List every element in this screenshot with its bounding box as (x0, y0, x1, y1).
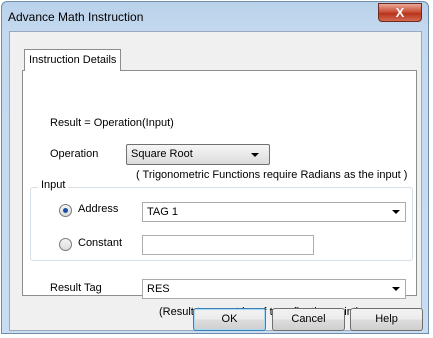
window-title: Advance Math Instruction (8, 10, 144, 24)
address-dropdown[interactable]: TAG 1 (142, 202, 406, 222)
cancel-button[interactable]: Cancel (272, 308, 345, 331)
constant-radio[interactable] (59, 238, 72, 251)
address-value: TAG 1 (147, 206, 178, 218)
dialog-client: Instruction Details Result = Operation(I… (9, 31, 423, 331)
tab-panel: Result = Operation(Input) Operation Squa… (22, 70, 417, 318)
result-tag-value: RES (147, 283, 170, 295)
address-label[interactable]: Address (78, 203, 118, 215)
title-bar[interactable]: Advance Math Instruction X (2, 2, 428, 32)
constant-label[interactable]: Constant (78, 237, 122, 249)
address-radio[interactable] (59, 204, 72, 217)
help-button[interactable]: Help (350, 308, 423, 331)
close-button[interactable]: X (378, 3, 422, 22)
result-tag-label: Result Tag (50, 282, 102, 294)
result-tag-dropdown[interactable]: RES (142, 279, 406, 299)
dialog-window: Advance Math Instruction X Instruction D… (1, 1, 429, 334)
chevron-down-icon (251, 153, 259, 157)
operation-label: Operation (50, 148, 99, 160)
input-group-label: Input (38, 179, 69, 191)
operation-note: ( Trigonometric Functions require Radian… (136, 169, 408, 181)
operation-selected-value: Square Root (131, 148, 193, 160)
constant-field[interactable] (142, 235, 314, 255)
operation-select[interactable]: Square Root (126, 144, 270, 165)
formula-text: Result = Operation(Input) (50, 117, 174, 129)
ok-button[interactable]: OK (193, 308, 266, 331)
chevron-down-icon (392, 210, 400, 214)
tab-instruction-details[interactable]: Instruction Details (24, 49, 122, 71)
close-icon: X (395, 5, 405, 20)
tab-label: Instruction Details (29, 54, 117, 66)
chevron-down-icon (392, 287, 400, 291)
